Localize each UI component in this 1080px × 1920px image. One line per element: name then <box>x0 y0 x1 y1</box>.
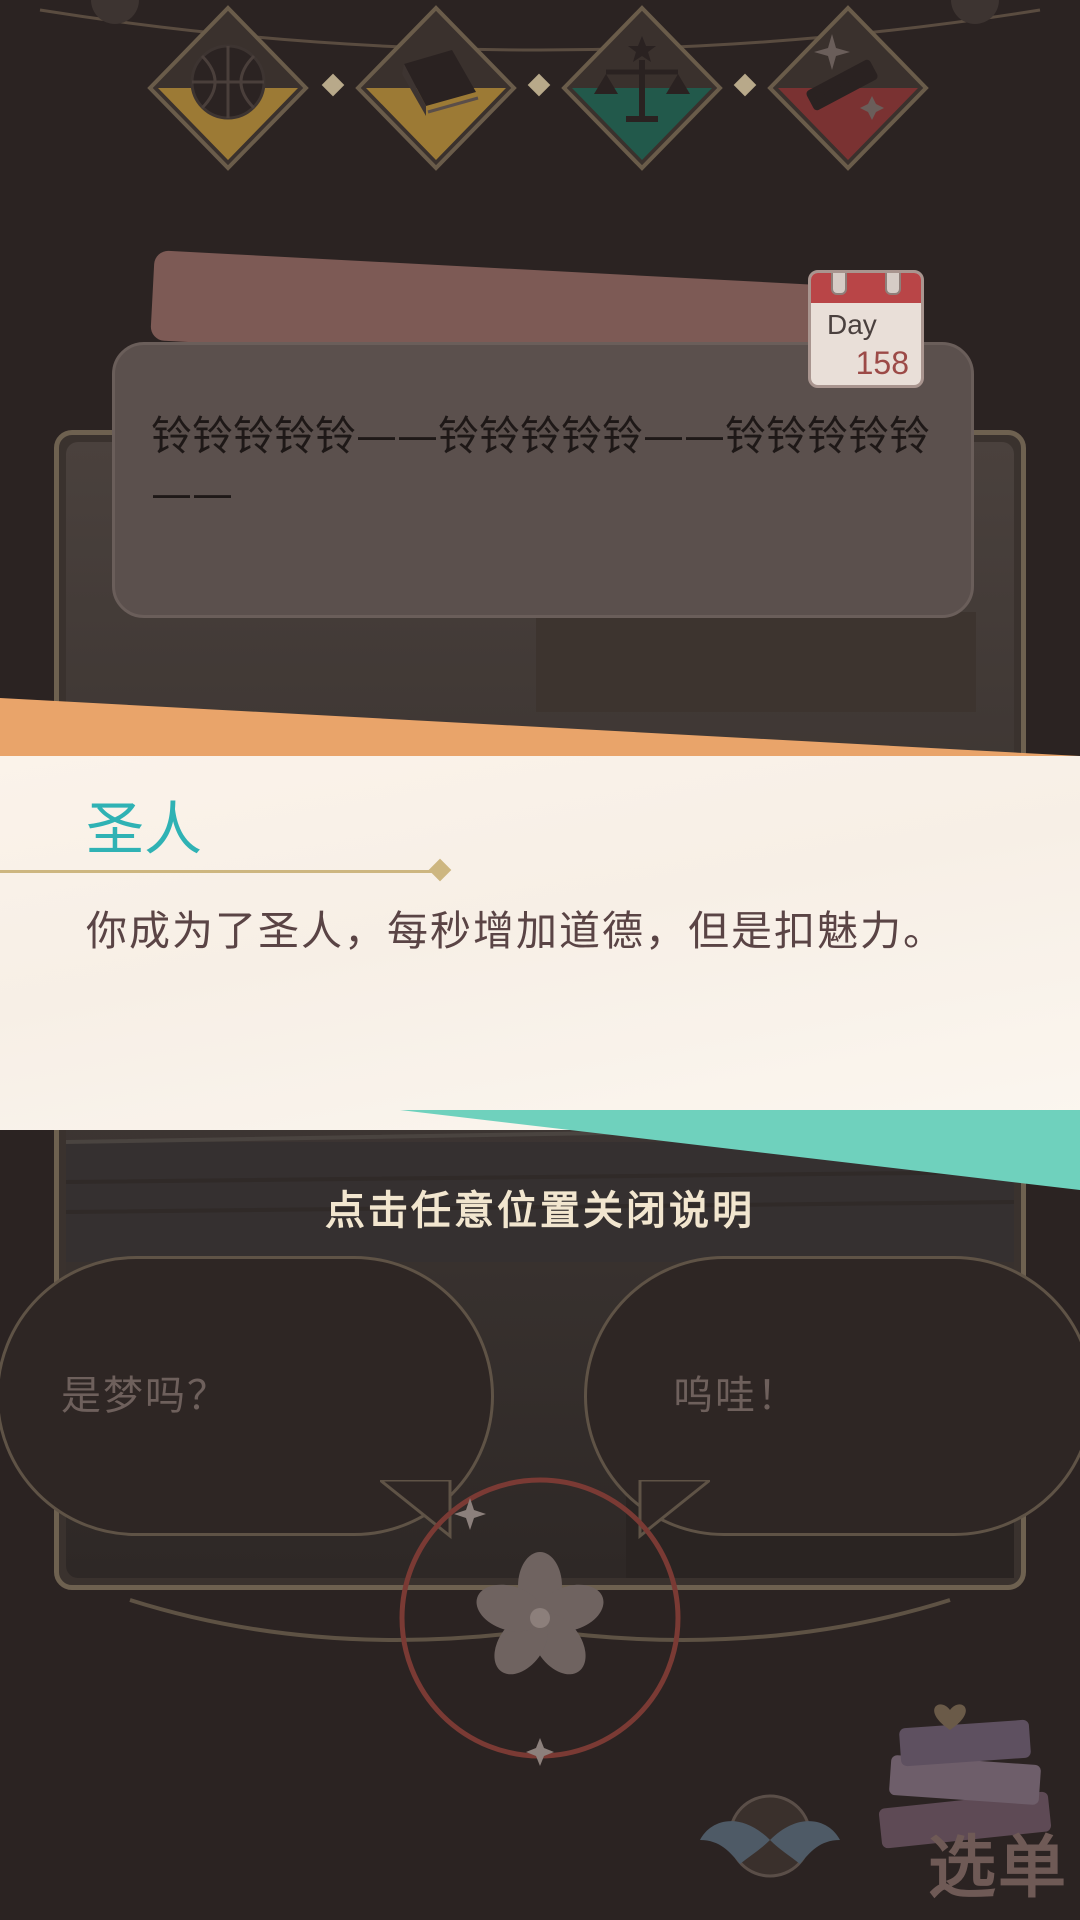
sakura-ring <box>399 1477 681 1766</box>
banner-description: 你成为了圣人，每秒增加道德，但是扣魅力。 <box>86 907 946 955</box>
stat-comb[interactable] <box>767 5 929 171</box>
stat-bar <box>0 0 1080 200</box>
close-hint: 点击任意位置关闭说明 <box>325 1188 755 1234</box>
calendar-band <box>811 273 921 303</box>
corner-flower-icon <box>951 0 999 24</box>
basketball-icon <box>190 44 266 120</box>
banner-divider <box>0 870 440 873</box>
day-label: Day <box>827 309 877 340</box>
stat-scale[interactable] <box>561 5 723 171</box>
info-banner[interactable]: 圣人 你成为了圣人，每秒增加道德，但是扣魅力。 <box>0 756 1080 1130</box>
calendar-ring-icon <box>831 273 847 295</box>
choice-label: 是梦吗？ <box>61 1373 229 1419</box>
sakura-flower-icon <box>476 1552 604 1675</box>
corner-flower-icon <box>91 0 139 24</box>
dialogue-text: 铃铃铃铃铃——铃铃铃铃铃——铃铃铃铃铃—— <box>151 412 930 518</box>
day-number: 158 <box>855 345 909 381</box>
stat-basketball[interactable] <box>147 5 309 171</box>
day-calendar: Day 158 <box>808 270 924 388</box>
divider-diamond-icon <box>428 858 452 882</box>
wings-icon[interactable] <box>700 1780 840 1890</box>
menu-button-label[interactable]: 选单 <box>928 1812 1068 1911</box>
choice-label: 呜哇！ <box>673 1373 799 1419</box>
banner-title: 圣人 <box>86 795 203 863</box>
stat-book[interactable] <box>355 5 517 171</box>
calendar-ring-icon <box>885 273 901 295</box>
